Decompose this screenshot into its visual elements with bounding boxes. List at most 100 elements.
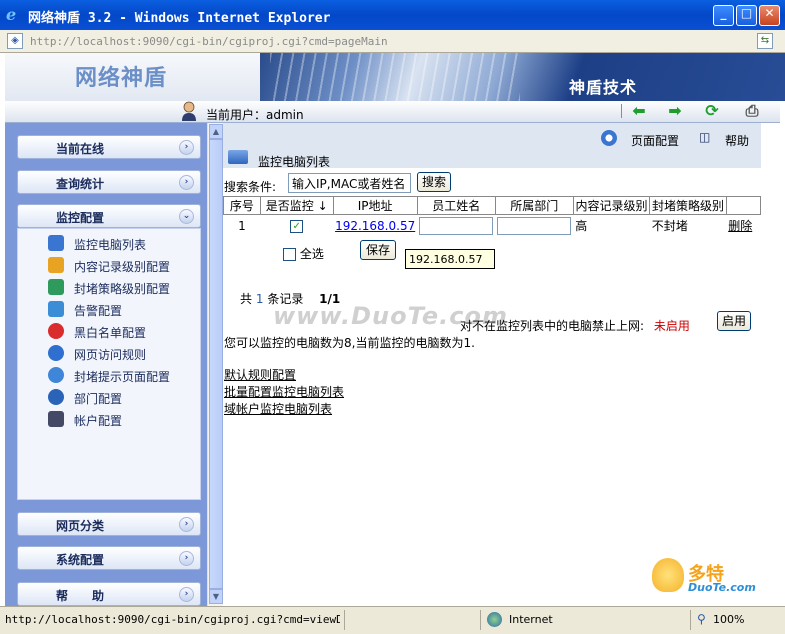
brand-logo: 网络神盾: [75, 66, 168, 91]
chevron-right-icon[interactable]: ›: [179, 587, 194, 602]
chevron-right-icon[interactable]: ›: [179, 175, 194, 190]
sidebar-item-label: 监控电脑列表: [74, 238, 147, 252]
monitor-count-text: 您可以监控的电脑数为8,当前监控的电脑数为1.: [224, 336, 475, 350]
status-divider: [690, 610, 691, 630]
web-rule-icon: [48, 345, 64, 361]
status-url: http://localhost:9090/cgi-bin/cgiproj.cg…: [5, 613, 340, 626]
blacklist-icon: [48, 323, 64, 339]
menu-label: 当前在线: [56, 142, 105, 156]
menu-label: 查询统计: [56, 177, 105, 191]
block-status: 未启用: [653, 319, 690, 333]
sidebar-item-label: 封堵提示页面配置: [74, 370, 171, 384]
back-arrow-icon[interactable]: ⬅: [629, 102, 649, 120]
select-all-checkbox[interactable]: [283, 248, 296, 261]
col-dept[interactable]: 所属部门: [494, 196, 574, 215]
ip-tooltip: 192.168.0.57: [405, 249, 495, 269]
row-block-level[interactable]: 不封堵: [649, 214, 727, 237]
table-row: 1 ✓ 192.168.0.57 高 不封堵 删除: [223, 214, 761, 237]
col-name[interactable]: 员工姓名: [416, 196, 496, 215]
menu-query-stats[interactable]: 查询统计 ›: [17, 170, 201, 194]
window-title: 网络神盾 3.2 - Windows Internet Explorer: [28, 11, 331, 26]
select-all[interactable]: 全选: [283, 245, 324, 262]
chevron-right-icon[interactable]: ›: [179, 551, 194, 566]
page-icon: ◈: [7, 33, 23, 49]
select-all-label: 全选: [299, 247, 324, 261]
col-ip[interactable]: IP地址: [332, 196, 418, 215]
maximize-button[interactable]: □: [736, 5, 757, 26]
close-button[interactable]: ✕: [759, 5, 780, 26]
account-icon: [48, 411, 64, 427]
chevron-down-icon[interactable]: ⌄: [179, 209, 194, 224]
menu-help[interactable]: 帮 助 ›: [17, 582, 201, 606]
menu-system-config[interactable]: 系统配置 ›: [17, 546, 201, 570]
sidebar-item-label: 部门配置: [74, 392, 123, 406]
department-icon: [48, 389, 64, 405]
status-divider: [480, 610, 481, 630]
page-title: 监控电脑列表: [258, 155, 331, 169]
compatibility-icon[interactable]: ⇆: [757, 33, 773, 49]
sidebar-scrollbar[interactable]: ▲ ▼: [207, 123, 223, 606]
col-content-level[interactable]: 内容记录级别: [572, 196, 651, 215]
save-button[interactable]: 保存: [360, 240, 396, 260]
page-config-icon[interactable]: [601, 130, 617, 146]
zoom-icon[interactable]: ⚲: [697, 612, 706, 626]
help-link[interactable]: 帮助: [725, 132, 749, 149]
search-button[interactable]: 搜索: [417, 172, 451, 192]
menu-web-category[interactable]: 网页分类 ›: [17, 512, 201, 536]
domain-account-link[interactable]: 域帐户监控电脑列表: [224, 400, 332, 417]
security-zone[interactable]: Internet: [509, 613, 553, 626]
chevron-right-icon[interactable]: ›: [179, 517, 194, 532]
computer-list-icon: [48, 235, 64, 251]
scroll-thumb[interactable]: [209, 139, 223, 589]
computer-list-icon: [228, 150, 248, 164]
enable-button[interactable]: 启用: [717, 311, 751, 331]
minimize-button[interactable]: _: [713, 5, 734, 26]
logo-subtitle: DuoTe.com: [688, 581, 756, 594]
col-index[interactable]: 序号: [223, 196, 261, 215]
block-policy-icon: [48, 279, 64, 295]
row-action-cell: 删除: [726, 214, 761, 237]
delete-link[interactable]: 删除: [728, 219, 752, 233]
refresh-icon[interactable]: ⟳: [702, 102, 722, 120]
user-bar: 当前用户：admin ⬅ ➡ ⟳ ⎙: [5, 101, 780, 123]
default-rule-link[interactable]: 默认规则配置: [224, 366, 296, 383]
print-icon[interactable]: ⎙: [742, 102, 762, 120]
mascot-icon: [652, 558, 684, 592]
main-content: 页面配置 ◫ 帮助 监控电脑列表 搜索条件: 搜索 序号 是否监控 ↓ IP地址…: [223, 123, 780, 606]
row-content-level[interactable]: 高: [573, 214, 650, 237]
scroll-down-icon[interactable]: ▼: [209, 589, 223, 604]
monitor-config-submenu: 监控电脑列表 内容记录级别配置 封堵策略级别配置 告警配置 黑白名单配置 网页访…: [17, 228, 201, 500]
content-level-icon: [48, 257, 64, 273]
scroll-up-icon[interactable]: ▲: [209, 124, 223, 139]
menu-monitor-config[interactable]: 监控配置 ⌄: [17, 204, 201, 228]
zoom-level[interactable]: 100%: [713, 613, 744, 626]
page-config-link[interactable]: 页面配置: [631, 132, 679, 149]
row-name-cell: [417, 214, 496, 237]
company-name: 神盾技术: [569, 78, 638, 97]
alert-icon: [48, 301, 64, 317]
ip-link[interactable]: 192.168.0.57: [335, 219, 415, 233]
user-icon: [182, 101, 196, 121]
content-header: 页面配置 ◫ 帮助 监控电脑列表: [223, 123, 761, 169]
menu-current-online[interactable]: 当前在线 ›: [17, 135, 201, 159]
employee-name-field[interactable]: [419, 216, 494, 235]
batch-config-link[interactable]: 批量配置监控电脑列表: [224, 383, 344, 400]
search-label: 搜索条件:: [224, 180, 277, 194]
summary-prefix: 共: [240, 292, 253, 306]
chevron-right-icon[interactable]: ›: [179, 140, 194, 155]
sidebar-item-label: 告警配置: [74, 304, 123, 318]
forward-arrow-icon[interactable]: ➡: [665, 102, 685, 120]
monitor-checkbox[interactable]: ✓: [290, 219, 304, 233]
sidebar-item-label: 网页访问规则: [74, 348, 147, 362]
sidebar: 当前在线 › 查询统计 › 监控配置 ⌄ 监控电脑列表 内容记录级别配置 封堵策…: [5, 123, 207, 606]
banner-image-lines: [270, 53, 520, 101]
address-url[interactable]: http://localhost:9090/cgi-bin/cgiproj.cg…: [30, 35, 388, 48]
table-header-row: 序号 是否监控 ↓ IP地址 员工姓名 所属部门 内容记录级别 封堵策略级别: [223, 196, 762, 215]
col-block-level[interactable]: 封堵策略级别: [649, 196, 727, 215]
department-field[interactable]: [497, 216, 572, 235]
search-input[interactable]: [288, 173, 411, 193]
row-dept-cell: [495, 214, 574, 237]
col-action: [725, 196, 762, 215]
help-book-icon[interactable]: ◫: [699, 130, 715, 146]
col-monitored[interactable]: 是否监控 ↓: [259, 196, 334, 215]
